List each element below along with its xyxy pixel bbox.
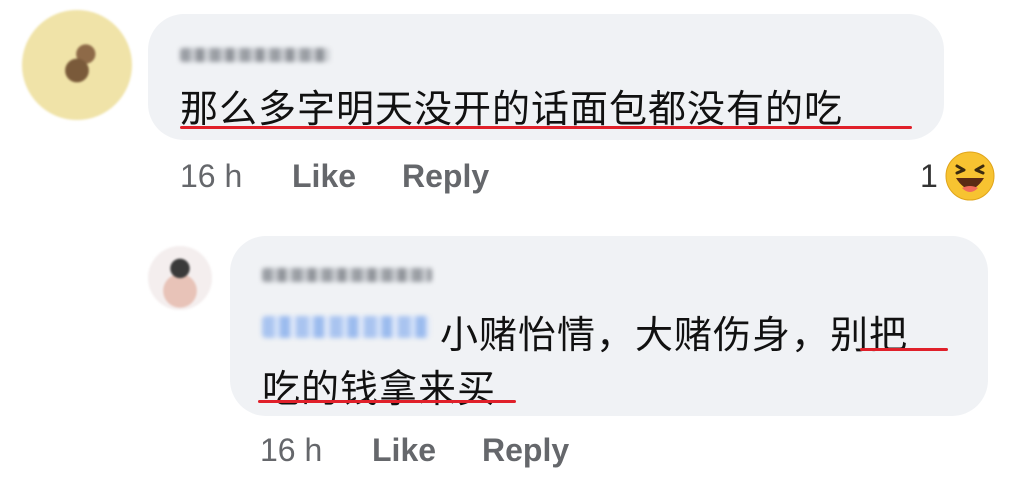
- reply-button[interactable]: Reply: [482, 432, 569, 469]
- commenter-avatar[interactable]: [22, 10, 132, 120]
- haha-emoji-icon[interactable]: [944, 150, 996, 202]
- like-button[interactable]: Like: [372, 432, 436, 469]
- comment-text: 那么多字明天没开的话面包都没有的吃: [180, 87, 844, 131]
- red-underline-annotation: [258, 400, 516, 403]
- reply-text-line2: 吃的钱拿来买: [262, 367, 497, 411]
- author-name-redacted[interactable]: [262, 268, 432, 282]
- comment-timestamp[interactable]: 16 h: [180, 158, 242, 195]
- mention-tag-redacted[interactable]: [262, 316, 430, 338]
- reaction-count[interactable]: 1: [920, 158, 938, 195]
- reply-timestamp[interactable]: 16 h: [260, 432, 322, 469]
- reply-button[interactable]: Reply: [402, 158, 489, 195]
- replier-avatar[interactable]: [148, 246, 212, 310]
- red-underline-annotation: [860, 348, 948, 351]
- author-name-redacted[interactable]: [180, 48, 330, 62]
- like-button[interactable]: Like: [292, 158, 356, 195]
- red-underline-annotation: [180, 126, 912, 129]
- reply-text-line1: 小赌怡情，大赌伤身，别把: [440, 313, 909, 357]
